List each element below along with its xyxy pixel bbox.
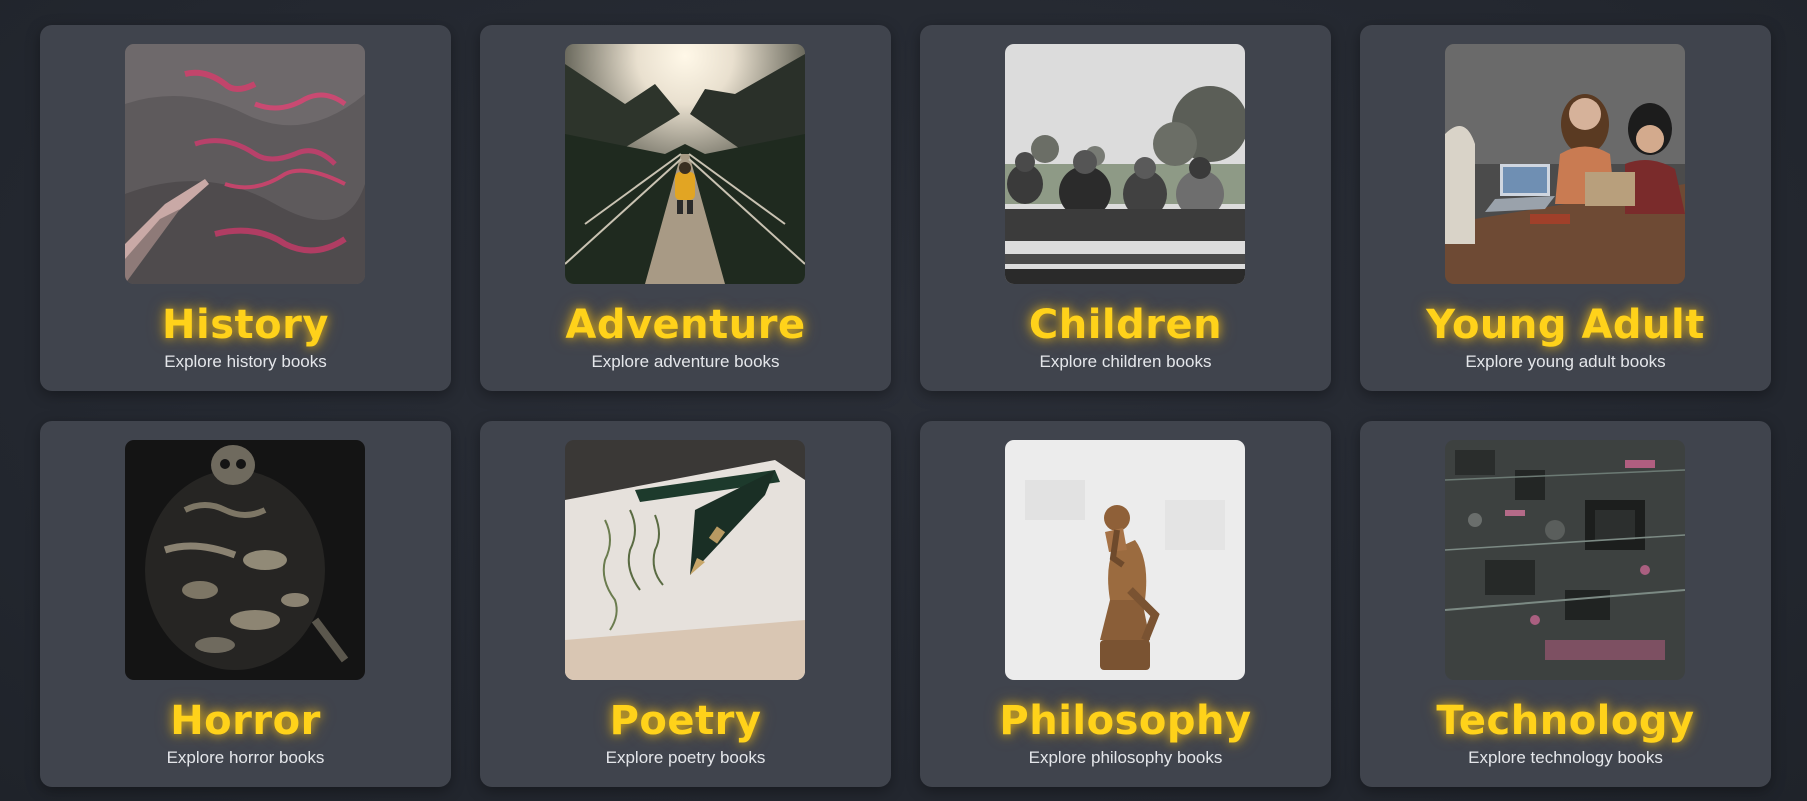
category-card-children[interactable]: Children Explore children books bbox=[920, 25, 1331, 391]
category-title: Adventure bbox=[565, 302, 806, 348]
category-page: History Explore history books Adventure … bbox=[0, 0, 1807, 801]
young-adult-image[interactable] bbox=[1445, 44, 1685, 284]
history-image[interactable] bbox=[125, 44, 365, 284]
adventure-image[interactable] bbox=[565, 44, 805, 284]
adventure-photo bbox=[565, 44, 805, 284]
category-card-horror[interactable]: Horror Explore horror books bbox=[40, 421, 451, 787]
category-title: History bbox=[162, 302, 329, 348]
category-subtitle: Explore horror books bbox=[166, 748, 325, 767]
category-title: Technology bbox=[1436, 698, 1695, 744]
category-card-philosophy[interactable]: Philosophy Explore philosophy books bbox=[920, 421, 1331, 787]
category-card-adventure[interactable]: Adventure Explore adventure books bbox=[480, 25, 891, 391]
category-title: Poetry bbox=[609, 698, 762, 744]
children-image[interactable] bbox=[1005, 44, 1245, 284]
category-title: Children bbox=[1028, 302, 1223, 348]
category-card-history[interactable]: History Explore history books bbox=[40, 25, 451, 391]
category-card-young-adult[interactable]: Young Adult Explore young adult books bbox=[1360, 25, 1771, 391]
category-title: Young Adult bbox=[1426, 302, 1705, 348]
poetry-image[interactable] bbox=[565, 440, 805, 680]
horror-image[interactable] bbox=[125, 440, 365, 680]
category-subtitle: Explore poetry books bbox=[605, 748, 766, 767]
technology-photo bbox=[1445, 440, 1685, 680]
philosophy-image[interactable] bbox=[1005, 440, 1245, 680]
young-adult-photo bbox=[1445, 44, 1685, 284]
category-subtitle: Explore history books bbox=[164, 352, 327, 371]
category-subtitle: Explore children books bbox=[1039, 352, 1212, 371]
category-title: Horror bbox=[170, 698, 321, 744]
history-photo bbox=[125, 44, 365, 284]
philosophy-photo bbox=[1005, 440, 1245, 680]
category-title: Philosophy bbox=[999, 698, 1252, 744]
category-subtitle: Explore philosophy books bbox=[1028, 748, 1223, 767]
technology-image[interactable] bbox=[1445, 440, 1685, 680]
category-grid: History Explore history books Adventure … bbox=[40, 25, 1771, 787]
category-subtitle: Explore technology books bbox=[1468, 748, 1663, 767]
category-subtitle: Explore adventure books bbox=[591, 352, 780, 371]
horror-photo bbox=[125, 440, 365, 680]
category-card-technology[interactable]: Technology Explore technology books bbox=[1360, 421, 1771, 787]
children-photo bbox=[1005, 44, 1245, 284]
poetry-photo bbox=[565, 440, 805, 680]
category-subtitle: Explore young adult books bbox=[1465, 352, 1666, 371]
category-card-poetry[interactable]: Poetry Explore poetry books bbox=[480, 421, 891, 787]
